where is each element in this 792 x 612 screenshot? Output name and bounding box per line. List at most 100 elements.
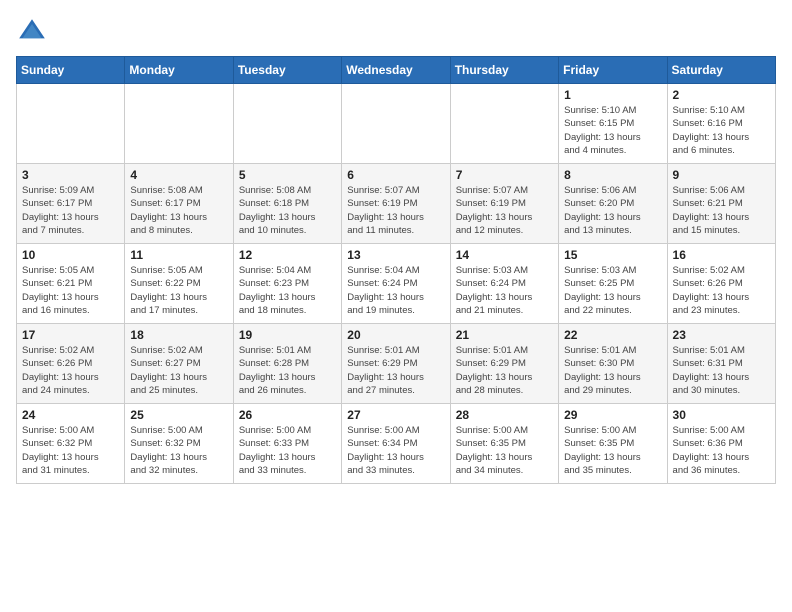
weekday-header-thursday: Thursday [450, 57, 558, 84]
calendar-week-row: 10 Sunrise: 5:05 AM Sunset: 6:21 PM Dayli… [17, 244, 776, 324]
calendar-body: 1Sunrise: 5:10 AM Sunset: 6:15 PM Daylig… [17, 84, 776, 484]
weekday-header-monday: Monday [125, 57, 233, 84]
day-info: Sunrise: 5:03 AM Sunset: 6:24 PM Dayligh… [456, 264, 553, 317]
day-info: Sunrise: 5:06 AM Sunset: 6:20 PM Dayligh… [564, 184, 661, 237]
day-info: Sunrise: 5:02 AM Sunset: 6:26 PM Dayligh… [22, 344, 119, 397]
calendar-cell: 3 Sunrise: 5:09 AM Sunset: 6:17 PM Daylig… [17, 164, 125, 244]
calendar-cell [17, 84, 125, 164]
calendar-cell: 30 Sunrise: 5:00 AM Sunset: 6:36 PM Dayli… [667, 404, 775, 484]
day-number: 15 [564, 248, 661, 262]
calendar-cell: 6 Sunrise: 5:07 AM Sunset: 6:19 PM Daylig… [342, 164, 450, 244]
calendar-cell: 21 Sunrise: 5:01 AM Sunset: 6:29 PM Dayli… [450, 324, 558, 404]
day-info: Sunrise: 5:04 AM Sunset: 6:23 PM Dayligh… [239, 264, 336, 317]
calendar-week-row: 1Sunrise: 5:10 AM Sunset: 6:15 PM Daylig… [17, 84, 776, 164]
day-number: 6 [347, 168, 444, 182]
calendar-cell: 5 Sunrise: 5:08 AM Sunset: 6:18 PM Daylig… [233, 164, 341, 244]
day-number: 9 [673, 168, 770, 182]
day-number: 3 [22, 168, 119, 182]
day-info: Sunrise: 5:00 AM Sunset: 6:33 PM Dayligh… [239, 424, 336, 477]
day-info: Sunrise: 5:00 AM Sunset: 6:35 PM Dayligh… [564, 424, 661, 477]
day-number: 27 [347, 408, 444, 422]
day-number: 10 [22, 248, 119, 262]
day-info: Sunrise: 5:07 AM Sunset: 6:19 PM Dayligh… [347, 184, 444, 237]
weekday-header-sunday: Sunday [17, 57, 125, 84]
page-header [16, 16, 776, 48]
calendar-cell: 13Sunrise: 5:04 AM Sunset: 6:24 PM Dayli… [342, 244, 450, 324]
day-number: 14 [456, 248, 553, 262]
calendar-cell [233, 84, 341, 164]
calendar-cell: 7 Sunrise: 5:07 AM Sunset: 6:19 PM Daylig… [450, 164, 558, 244]
day-number: 20 [347, 328, 444, 342]
day-info: Sunrise: 5:01 AM Sunset: 6:28 PM Dayligh… [239, 344, 336, 397]
day-info: Sunrise: 5:09 AM Sunset: 6:17 PM Dayligh… [22, 184, 119, 237]
day-number: 21 [456, 328, 553, 342]
day-number: 5 [239, 168, 336, 182]
day-info: Sunrise: 5:00 AM Sunset: 6:35 PM Dayligh… [456, 424, 553, 477]
calendar-cell: 16 Sunrise: 5:02 AM Sunset: 6:26 PM Dayli… [667, 244, 775, 324]
logo-icon [16, 16, 48, 48]
day-number: 22 [564, 328, 661, 342]
day-number: 12 [239, 248, 336, 262]
calendar-cell: 19Sunrise: 5:01 AM Sunset: 6:28 PM Dayli… [233, 324, 341, 404]
weekday-header-saturday: Saturday [667, 57, 775, 84]
calendar-cell: 1Sunrise: 5:10 AM Sunset: 6:15 PM Daylig… [559, 84, 667, 164]
day-number: 16 [673, 248, 770, 262]
day-info: Sunrise: 5:00 AM Sunset: 6:36 PM Dayligh… [673, 424, 770, 477]
calendar-cell [125, 84, 233, 164]
calendar-cell [342, 84, 450, 164]
day-number: 17 [22, 328, 119, 342]
day-info: Sunrise: 5:03 AM Sunset: 6:25 PM Dayligh… [564, 264, 661, 317]
day-info: Sunrise: 5:10 AM Sunset: 6:16 PM Dayligh… [673, 104, 770, 157]
day-info: Sunrise: 5:10 AM Sunset: 6:15 PM Dayligh… [564, 104, 661, 157]
calendar-week-row: 24Sunrise: 5:00 AM Sunset: 6:32 PM Dayli… [17, 404, 776, 484]
day-number: 18 [130, 328, 227, 342]
day-number: 30 [673, 408, 770, 422]
weekday-header-friday: Friday [559, 57, 667, 84]
calendar-cell: 22 Sunrise: 5:01 AM Sunset: 6:30 PM Dayli… [559, 324, 667, 404]
day-number: 29 [564, 408, 661, 422]
day-info: Sunrise: 5:00 AM Sunset: 6:32 PM Dayligh… [22, 424, 119, 477]
calendar-header: SundayMondayTuesdayWednesdayThursdayFrid… [17, 57, 776, 84]
day-info: Sunrise: 5:02 AM Sunset: 6:27 PM Dayligh… [130, 344, 227, 397]
day-info: Sunrise: 5:01 AM Sunset: 6:30 PM Dayligh… [564, 344, 661, 397]
day-number: 2 [673, 88, 770, 102]
calendar-week-row: 17 Sunrise: 5:02 AM Sunset: 6:26 PM Dayli… [17, 324, 776, 404]
calendar-cell: 8 Sunrise: 5:06 AM Sunset: 6:20 PM Daylig… [559, 164, 667, 244]
weekday-header-tuesday: Tuesday [233, 57, 341, 84]
day-info: Sunrise: 5:08 AM Sunset: 6:17 PM Dayligh… [130, 184, 227, 237]
day-info: Sunrise: 5:08 AM Sunset: 6:18 PM Dayligh… [239, 184, 336, 237]
calendar-cell: 17 Sunrise: 5:02 AM Sunset: 6:26 PM Dayli… [17, 324, 125, 404]
day-number: 7 [456, 168, 553, 182]
calendar-cell: 15 Sunrise: 5:03 AM Sunset: 6:25 PM Dayli… [559, 244, 667, 324]
calendar-cell: 14 Sunrise: 5:03 AM Sunset: 6:24 PM Dayli… [450, 244, 558, 324]
day-info: Sunrise: 5:05 AM Sunset: 6:21 PM Dayligh… [22, 264, 119, 317]
calendar-cell: 23 Sunrise: 5:01 AM Sunset: 6:31 PM Dayli… [667, 324, 775, 404]
calendar-cell: 12 Sunrise: 5:04 AM Sunset: 6:23 PM Dayli… [233, 244, 341, 324]
day-info: Sunrise: 5:01 AM Sunset: 6:29 PM Dayligh… [347, 344, 444, 397]
day-info: Sunrise: 5:01 AM Sunset: 6:31 PM Dayligh… [673, 344, 770, 397]
calendar-cell: 29 Sunrise: 5:00 AM Sunset: 6:35 PM Dayli… [559, 404, 667, 484]
day-info: Sunrise: 5:01 AM Sunset: 6:29 PM Dayligh… [456, 344, 553, 397]
day-number: 13 [347, 248, 444, 262]
calendar-cell: 24Sunrise: 5:00 AM Sunset: 6:32 PM Dayli… [17, 404, 125, 484]
calendar-cell: 10 Sunrise: 5:05 AM Sunset: 6:21 PM Dayli… [17, 244, 125, 324]
calendar-cell: 4 Sunrise: 5:08 AM Sunset: 6:17 PM Daylig… [125, 164, 233, 244]
day-info: Sunrise: 5:06 AM Sunset: 6:21 PM Dayligh… [673, 184, 770, 237]
day-info: Sunrise: 5:07 AM Sunset: 6:19 PM Dayligh… [456, 184, 553, 237]
calendar-cell: 9 Sunrise: 5:06 AM Sunset: 6:21 PM Daylig… [667, 164, 775, 244]
calendar-cell: 26 Sunrise: 5:00 AM Sunset: 6:33 PM Dayli… [233, 404, 341, 484]
day-number: 8 [564, 168, 661, 182]
day-number: 11 [130, 248, 227, 262]
day-number: 4 [130, 168, 227, 182]
calendar-week-row: 3 Sunrise: 5:09 AM Sunset: 6:17 PM Daylig… [17, 164, 776, 244]
calendar-cell: 20 Sunrise: 5:01 AM Sunset: 6:29 PM Dayli… [342, 324, 450, 404]
weekday-header-row: SundayMondayTuesdayWednesdayThursdayFrid… [17, 57, 776, 84]
calendar-cell: 2 Sunrise: 5:10 AM Sunset: 6:16 PM Daylig… [667, 84, 775, 164]
calendar-cell: 25Sunrise: 5:00 AM Sunset: 6:32 PM Dayli… [125, 404, 233, 484]
logo [16, 16, 52, 48]
day-number: 26 [239, 408, 336, 422]
day-info: Sunrise: 5:02 AM Sunset: 6:26 PM Dayligh… [673, 264, 770, 317]
day-info: Sunrise: 5:00 AM Sunset: 6:32 PM Dayligh… [130, 424, 227, 477]
calendar-table: SundayMondayTuesdayWednesdayThursdayFrid… [16, 56, 776, 484]
day-number: 23 [673, 328, 770, 342]
